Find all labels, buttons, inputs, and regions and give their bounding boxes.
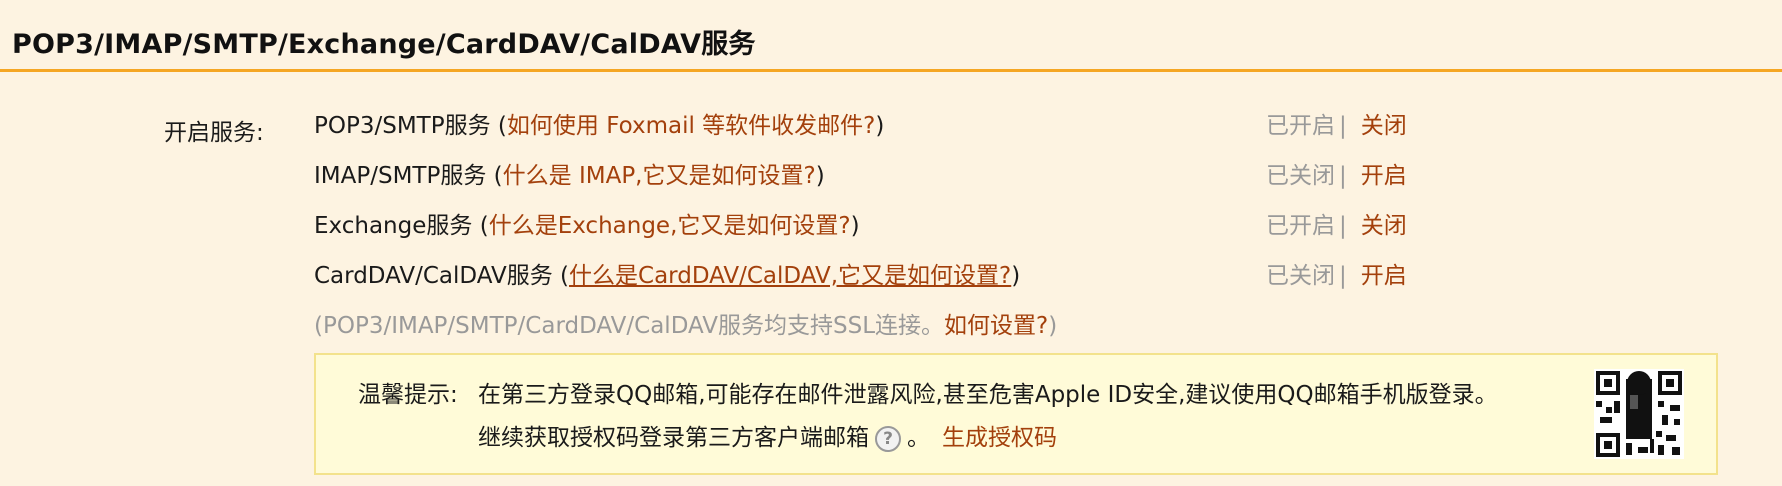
- status-text: 已开启: [1266, 113, 1335, 139]
- warm-tip-box: 温馨提示: 在第三方登录QQ邮箱,可能存在邮件泄露风险,甚至危害Apple ID…: [314, 353, 1718, 475]
- help-icon[interactable]: ?: [875, 425, 901, 452]
- mail-service-settings-page: POP3/IMAP/SMTP/Exchange/CardDAV/CalDAV服务…: [0, 0, 1782, 486]
- close-paren: ): [850, 213, 860, 239]
- tip-line2: 继续获取授权码登录第三方客户端邮箱?。生成授权码: [478, 418, 1057, 452]
- status-text: 已关闭: [1266, 163, 1335, 189]
- service-name: IMAP/SMTP服务: [314, 163, 487, 189]
- service-status-exchange: 已开启 | 关闭: [1266, 206, 1407, 240]
- tip-period: 。: [907, 425, 930, 451]
- exchange-help-link[interactable]: 什么是Exchange,它又是如何设置?: [489, 213, 851, 239]
- pop3-help-link[interactable]: 如何使用 Foxmail 等软件收发邮件?: [507, 113, 876, 139]
- service-name: POP3/SMTP服务: [314, 113, 491, 139]
- close-paren: ): [875, 113, 885, 139]
- service-status-carddav: 已关闭 | 开启: [1266, 256, 1407, 290]
- open-paren: (: [479, 213, 489, 239]
- open-paren: (: [560, 263, 570, 289]
- pop3-toggle-button[interactable]: 关闭: [1361, 113, 1407, 139]
- service-status-pop3: 已开启 | 关闭: [1266, 106, 1407, 140]
- imap-help-link[interactable]: 什么是 IMAP,它又是如何设置?: [503, 163, 816, 189]
- carddav-help-link[interactable]: 什么是CardDAV/CalDAV,它又是如何设置?: [569, 263, 1011, 289]
- tip-text: 在第三方登录QQ邮箱,可能存在邮件泄露风险,甚至危害Apple ID安全,建议使…: [478, 382, 1498, 408]
- open-paren: (: [493, 163, 503, 189]
- services-label: 开启服务:: [164, 120, 264, 146]
- section-header: POP3/IMAP/SMTP/Exchange/CardDAV/CalDAV服务: [0, 0, 1782, 72]
- imap-toggle-button[interactable]: 开启: [1361, 163, 1407, 189]
- service-row-pop3: POP3/SMTP服务 (如何使用 Foxmail 等软件收发邮件?): [314, 106, 884, 140]
- close-paren: ): [815, 163, 825, 189]
- tip-continue-text: 继续获取授权码登录第三方客户端邮箱: [478, 425, 869, 451]
- service-row-carddav: CardDAV/CalDAV服务 (什么是CardDAV/CalDAV,它又是如…: [314, 256, 1020, 290]
- open-paren: (: [497, 113, 507, 139]
- tip-label: 温馨提示:: [358, 382, 458, 408]
- service-row-exchange: Exchange服务 (什么是Exchange,它又是如何设置?): [314, 206, 860, 240]
- qr-code-icon: [1594, 369, 1684, 459]
- separator: |: [1339, 263, 1347, 289]
- exchange-toggle-button[interactable]: 关闭: [1361, 213, 1407, 239]
- separator: |: [1339, 113, 1347, 139]
- ssl-help-link[interactable]: 如何设置?: [944, 313, 1048, 339]
- carddav-toggle-button[interactable]: 开启: [1361, 263, 1407, 289]
- status-text: 已关闭: [1266, 263, 1335, 289]
- ssl-note: (POP3/IMAP/SMTP/CardDAV/CalDAV服务均支持SSL连接…: [314, 306, 1057, 340]
- service-name: Exchange服务: [314, 213, 473, 239]
- status-text: 已开启: [1266, 213, 1335, 239]
- service-status-imap: 已关闭 | 开启: [1266, 156, 1407, 190]
- separator: |: [1339, 213, 1347, 239]
- close-paren: ): [1011, 263, 1021, 289]
- section-title: POP3/IMAP/SMTP/Exchange/CardDAV/CalDAV服务: [12, 29, 756, 60]
- ssl-note-close: ): [1048, 313, 1058, 339]
- ssl-note-text: (POP3/IMAP/SMTP/CardDAV/CalDAV服务均支持SSL连接…: [314, 313, 945, 339]
- generate-auth-code-link[interactable]: 生成授权码: [942, 425, 1057, 451]
- service-row-imap: IMAP/SMTP服务 (什么是 IMAP,它又是如何设置?): [314, 156, 825, 190]
- service-name: CardDAV/CalDAV服务: [314, 263, 553, 289]
- separator: |: [1339, 163, 1347, 189]
